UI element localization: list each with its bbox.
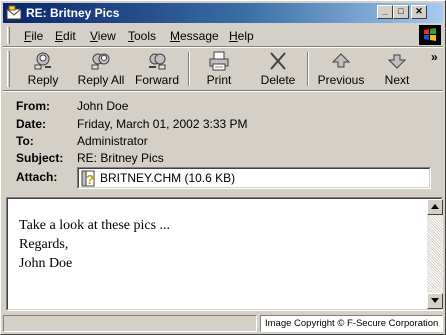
- next-button[interactable]: Next: [379, 50, 415, 88]
- delete-label: Delete: [260, 73, 296, 87]
- reply-icon: [34, 52, 51, 70]
- delete-button[interactable]: Delete: [257, 50, 299, 88]
- reply-all-button[interactable]: Reply All: [77, 50, 125, 88]
- menu-edit[interactable]: Edit: [55, 29, 76, 43]
- to-label: To:: [16, 134, 34, 148]
- toolbar-grip[interactable]: [7, 51, 10, 87]
- from-value: John Doe: [77, 99, 129, 113]
- print-label: Print: [206, 73, 232, 87]
- message-envelope-icon: [6, 5, 22, 20]
- date-label: Date:: [16, 117, 47, 131]
- scroll-down-button[interactable]: [427, 293, 443, 309]
- title-bar[interactable]: RE: Britney Pics _ □ ✕: [3, 3, 443, 23]
- window-title: RE: Britney Pics: [26, 6, 120, 20]
- menu-view[interactable]: View: [90, 29, 116, 43]
- scroll-up-arrow-icon: [431, 204, 439, 209]
- toolbar-header-separator: [3, 90, 443, 92]
- reply-label: Reply: [27, 73, 59, 87]
- message-body[interactable]: Take a look at these pics ... Regards, J…: [7, 198, 443, 310]
- message-line: Regards,: [19, 237, 69, 252]
- svg-text:?: ?: [86, 172, 94, 187]
- menu-help[interactable]: Help: [229, 29, 254, 43]
- previous-label: Previous: [317, 73, 365, 87]
- forward-icon: [149, 53, 166, 70]
- minimize-button[interactable]: _: [377, 5, 393, 19]
- toolbar: Reply Reply All Forward Print Delete Pre…: [3, 48, 443, 90]
- scroll-up-button[interactable]: [427, 199, 443, 215]
- attachment-link[interactable]: BRITNEY.CHM (10.6 KB): [100, 171, 235, 185]
- status-bar: Image Copyright © F-Secure Corporation: [3, 314, 443, 333]
- message-line: Take a look at these pics ...: [19, 218, 171, 233]
- reply-button[interactable]: Reply: [23, 50, 63, 88]
- status-panel-right: Image Copyright © F-Secure Corporation: [260, 315, 443, 332]
- maximize-button[interactable]: □: [393, 5, 409, 19]
- reply-all-label: Reply All: [77, 73, 125, 87]
- reply-all-icon: [91, 53, 110, 70]
- to-value: Administrator: [77, 134, 148, 148]
- close-button[interactable]: ✕: [411, 5, 427, 19]
- next-label: Next: [384, 73, 410, 87]
- subject-value: RE: Britney Pics: [77, 151, 164, 165]
- attachment-field-inner: ? BRITNEY.CHM (10.6 KB): [78, 168, 430, 188]
- menu-message[interactable]: Message: [170, 29, 219, 43]
- toolbar-overflow-chevron-icon[interactable]: »: [431, 50, 438, 64]
- message-body-frame: Take a look at these pics ... Regards, J…: [6, 197, 443, 311]
- chm-help-file-icon[interactable]: ?: [81, 170, 97, 187]
- previous-icon: [331, 53, 351, 68]
- message-text: Take a look at these pics ... Regards, J…: [19, 216, 170, 273]
- toolbar-separator: [188, 52, 190, 86]
- menu-tools[interactable]: Tools: [128, 29, 156, 43]
- forward-label: Forward: [134, 73, 179, 87]
- scroll-down-arrow-icon: [431, 298, 439, 303]
- from-label: From:: [16, 99, 50, 113]
- next-icon: [387, 54, 407, 69]
- toolbar-separator: [307, 52, 309, 86]
- menu-file[interactable]: File: [24, 29, 43, 43]
- vertical-scrollbar[interactable]: [427, 199, 443, 309]
- delete-icon: [270, 52, 286, 70]
- windows-logo-icon: [419, 25, 441, 45]
- print-button[interactable]: Print: [199, 50, 239, 88]
- previous-button[interactable]: Previous: [317, 50, 365, 88]
- forward-button[interactable]: Forward: [133, 50, 181, 88]
- message-line: John Doe: [19, 256, 73, 271]
- date-value: Friday, March 01, 2002 3:33 PM: [77, 117, 248, 131]
- menu-grip[interactable]: [7, 27, 10, 44]
- print-icon: [209, 51, 229, 71]
- subject-label: Subject:: [16, 151, 64, 165]
- menu-bar: File Edit View Tools Message Help: [3, 24, 443, 46]
- email-window: RE: Britney Pics _ □ ✕ File Edit View To…: [0, 0, 446, 335]
- status-panel-left: [3, 315, 257, 332]
- copyright-text: Image Copyright © F-Secure Corporation: [265, 318, 439, 329]
- attach-label: Attach:: [16, 170, 58, 184]
- attachment-field: ? BRITNEY.CHM (10.6 KB): [77, 167, 431, 189]
